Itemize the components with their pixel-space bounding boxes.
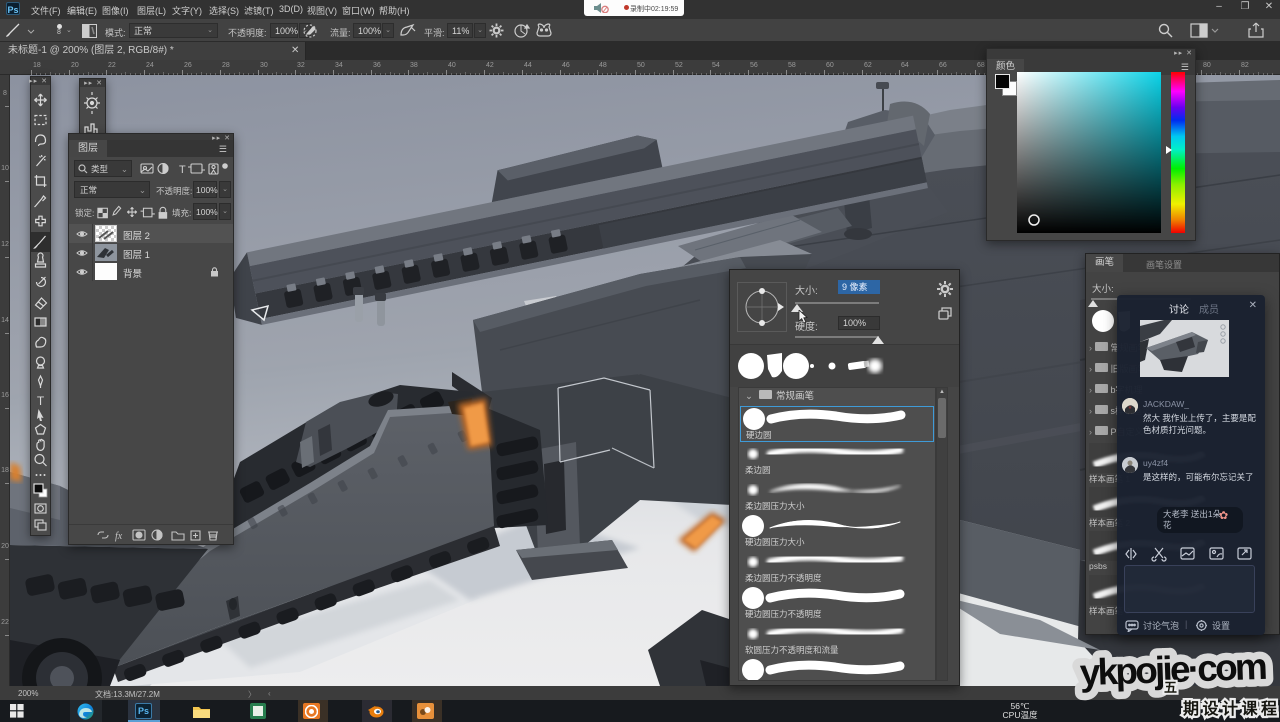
svg-text:T: T (179, 164, 186, 176)
svg-text:★: ★ (1128, 405, 1133, 411)
svg-text:T: T (37, 394, 45, 408)
svg-text:五: 五 (1164, 680, 1177, 695)
svg-text:fx: fx (115, 531, 123, 542)
svg-text:期设计课程: 期设计课程 (1183, 699, 1277, 718)
